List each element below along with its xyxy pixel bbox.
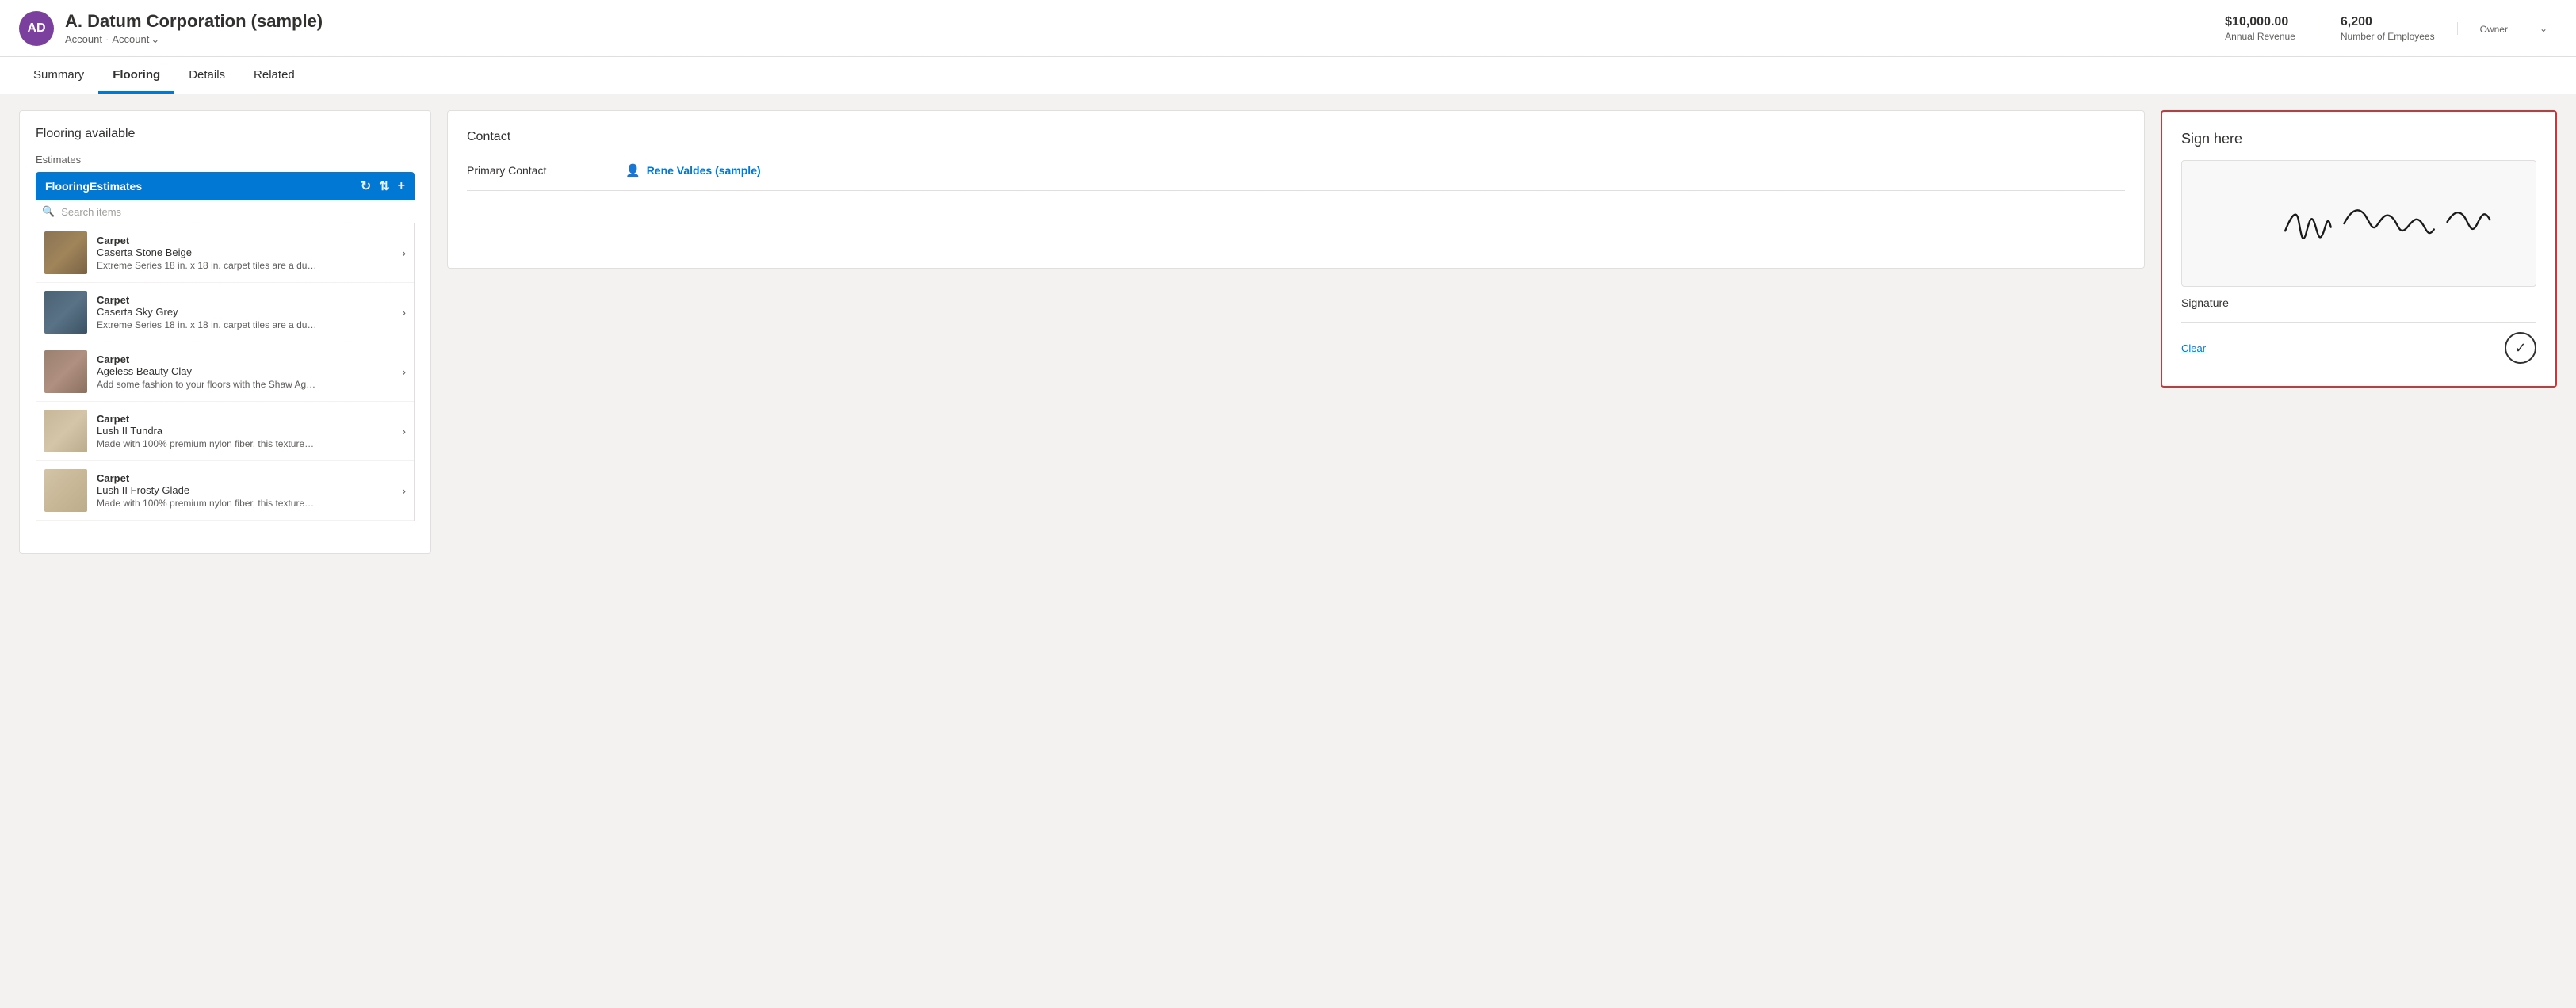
product-desc: Extreme Series 18 in. x 18 in. carpet ti… — [97, 319, 319, 330]
chevron-right-icon: › — [402, 306, 406, 319]
contact-panel-title: Contact — [467, 130, 2125, 144]
search-input[interactable] — [61, 206, 408, 218]
search-box: 🔍 — [36, 200, 415, 223]
flooring-panel: Flooring available Estimates FlooringEst… — [19, 110, 431, 554]
list-item[interactable]: Carpet Caserta Stone Beige Extreme Serie… — [36, 223, 414, 283]
chevron-right-icon: › — [402, 246, 406, 259]
contact-row: Primary Contact 👤 Rene Valdes (sample) — [467, 163, 2125, 191]
product-desc: Made with 100% premium nylon fiber, this… — [97, 498, 319, 509]
flooring-bar-label: FlooringEstimates — [45, 180, 353, 193]
sign-title: Sign here — [2181, 131, 2536, 147]
header-info: A. Datum Corporation (sample) Account · … — [65, 11, 323, 46]
product-name: Caserta Stone Beige — [97, 246, 392, 258]
flooring-panel-title: Flooring available — [36, 127, 415, 141]
tab-summary[interactable]: Summary — [19, 57, 98, 94]
employees-label: Number of Employees — [2341, 31, 2435, 42]
annual-revenue-value: $10,000.00 — [2225, 15, 2295, 29]
search-icon: 🔍 — [42, 205, 55, 218]
product-type: Carpet — [97, 235, 392, 246]
primary-contact-value[interactable]: 👤 Rene Valdes (sample) — [625, 163, 761, 178]
tab-details[interactable]: Details — [174, 57, 239, 94]
product-info: Carpet Caserta Stone Beige Extreme Serie… — [97, 235, 392, 271]
chevron-right-icon: › — [402, 484, 406, 497]
tab-bar: Summary Flooring Details Related — [0, 57, 2576, 94]
product-thumbnail — [44, 469, 87, 512]
breadcrumb-account-label: Account — [112, 33, 149, 45]
breadcrumb-account-dropdown[interactable]: Account ⌄ — [112, 33, 159, 46]
sign-divider — [2181, 322, 2536, 323]
chevron-down-icon: ⌄ — [151, 33, 159, 46]
sign-actions: Clear ✓ — [2181, 332, 2536, 364]
header-left: AD A. Datum Corporation (sample) Account… — [19, 11, 323, 46]
product-thumbnail — [44, 231, 87, 274]
product-thumbnail — [44, 291, 87, 334]
product-desc: Extreme Series 18 in. x 18 in. carpet ti… — [97, 260, 319, 271]
product-name: Ageless Beauty Clay — [97, 365, 392, 377]
signature-label: Signature — [2181, 296, 2536, 309]
header-expand-icon[interactable]: ⌄ — [2530, 23, 2557, 34]
list-item[interactable]: Carpet Lush II Frosty Glade Made with 10… — [36, 461, 414, 521]
product-info: Carpet Ageless Beauty Clay Add some fash… — [97, 353, 392, 390]
stat-owner: Owner — [2457, 22, 2530, 35]
owner-label: Owner — [2480, 24, 2508, 35]
product-name: Lush II Tundra — [97, 425, 392, 437]
stat-employees: 6,200 Number of Employees — [2318, 15, 2457, 42]
product-name: Caserta Sky Grey — [97, 306, 392, 318]
primary-contact-label: Primary Contact — [467, 164, 594, 177]
contact-name[interactable]: Rene Valdes (sample) — [647, 164, 761, 177]
product-type: Carpet — [97, 413, 392, 425]
product-desc: Add some fashion to your floors with the… — [97, 379, 319, 390]
product-thumbnail — [44, 350, 87, 393]
main-content: Flooring available Estimates FlooringEst… — [0, 94, 2576, 991]
breadcrumb: Account · Account ⌄ — [65, 33, 323, 46]
product-type: Carpet — [97, 353, 392, 365]
breadcrumb-account[interactable]: Account — [65, 33, 102, 45]
filter-icon[interactable]: ⇅ — [379, 178, 389, 194]
chevron-right-icon: › — [402, 425, 406, 437]
signature-drawing — [2182, 161, 2536, 286]
flooring-estimates-bar: FlooringEstimates ↻ ⇅ + — [36, 172, 415, 200]
product-info: Carpet Caserta Sky Grey Extreme Series 1… — [97, 294, 392, 330]
header: AD A. Datum Corporation (sample) Account… — [0, 0, 2576, 57]
product-type: Carpet — [97, 472, 392, 484]
avatar: AD — [19, 11, 54, 46]
clear-button[interactable]: Clear — [2181, 342, 2206, 354]
employees-value: 6,200 — [2341, 15, 2435, 29]
breadcrumb-separator: · — [105, 33, 109, 45]
sign-panel: Sign here Signature Clear ✓ — [2161, 110, 2557, 388]
page-title: A. Datum Corporation (sample) — [65, 11, 323, 32]
product-list: Carpet Caserta Stone Beige Extreme Serie… — [36, 223, 415, 521]
tab-flooring[interactable]: Flooring — [98, 57, 174, 94]
signature-area[interactable] — [2181, 160, 2536, 287]
list-item[interactable]: Carpet Caserta Sky Grey Extreme Series 1… — [36, 283, 414, 342]
tab-related[interactable]: Related — [239, 57, 309, 94]
header-stats: $10,000.00 Annual Revenue 6,200 Number o… — [2203, 15, 2557, 42]
product-info: Carpet Lush II Tundra Made with 100% pre… — [97, 413, 392, 449]
stat-annual-revenue: $10,000.00 Annual Revenue — [2203, 15, 2318, 42]
contact-panel: Contact Primary Contact 👤 Rene Valdes (s… — [447, 110, 2145, 269]
product-desc: Made with 100% premium nylon fiber, this… — [97, 438, 319, 449]
estimates-label: Estimates — [36, 154, 415, 166]
refresh-icon[interactable]: ↻ — [361, 178, 371, 194]
product-type: Carpet — [97, 294, 392, 306]
add-icon[interactable]: + — [398, 179, 405, 193]
list-item[interactable]: Carpet Ageless Beauty Clay Add some fash… — [36, 342, 414, 402]
product-name: Lush II Frosty Glade — [97, 484, 392, 496]
product-info: Carpet Lush II Frosty Glade Made with 10… — [97, 472, 392, 509]
contact-person-icon: 👤 — [625, 163, 640, 178]
list-item[interactable]: Carpet Lush II Tundra Made with 100% pre… — [36, 402, 414, 461]
confirm-button[interactable]: ✓ — [2505, 332, 2536, 364]
checkmark-icon: ✓ — [2514, 340, 2526, 357]
chevron-right-icon: › — [402, 365, 406, 378]
annual-revenue-label: Annual Revenue — [2225, 31, 2295, 42]
product-thumbnail — [44, 410, 87, 452]
